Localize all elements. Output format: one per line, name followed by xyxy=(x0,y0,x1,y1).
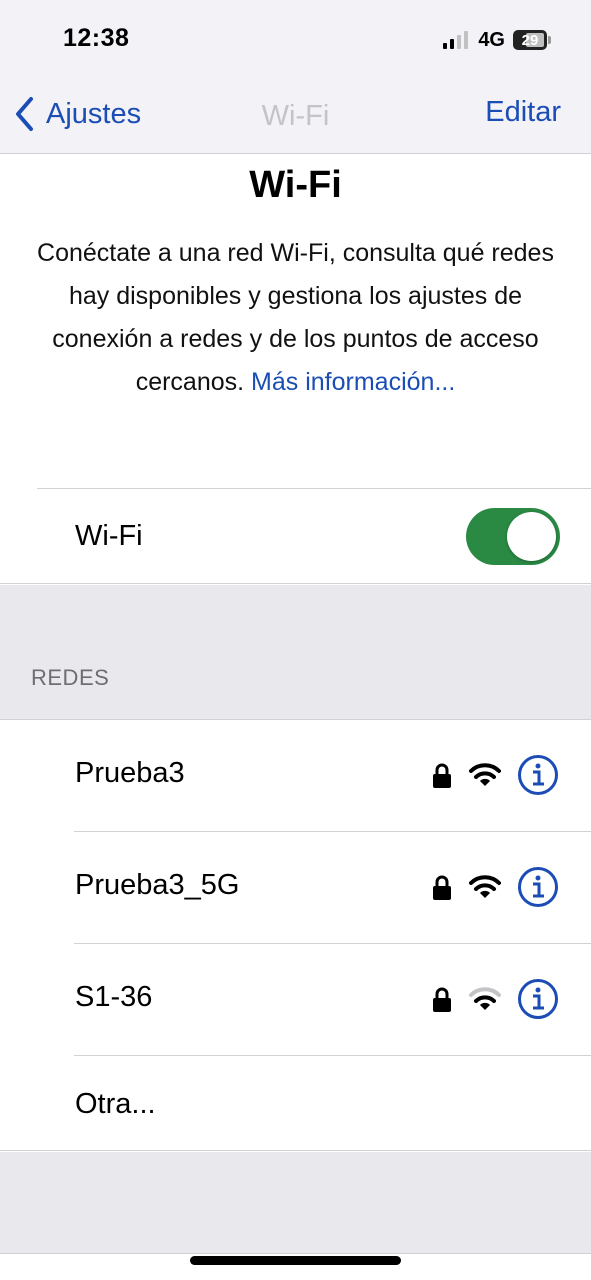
info-icon[interactable] xyxy=(517,866,559,908)
other-network-row[interactable]: Otra... xyxy=(0,1056,591,1151)
networks-section-header-area: REDES xyxy=(0,585,591,720)
network-name: Prueba3 xyxy=(75,757,185,789)
wifi-signal-icon xyxy=(469,987,501,1010)
networks-list: Prueba3 Prueba3_5G S1-36 Otra... xyxy=(0,720,591,1151)
lock-icon xyxy=(433,763,451,788)
description: Conéctate a una red Wi-Fi, consulta qué … xyxy=(30,232,561,404)
network-name: Prueba3_5G xyxy=(75,869,240,901)
wifi-toggle-switch[interactable] xyxy=(466,508,560,565)
navigation-bar: Ajustes Wi-Fi Editar xyxy=(0,80,591,154)
home-indicator[interactable] xyxy=(190,1256,401,1265)
status-bar: 12:38 4G 29 xyxy=(0,0,591,80)
toggle-knob xyxy=(507,512,556,561)
network-row-prueba3[interactable]: Prueba3 xyxy=(0,720,591,832)
info-icon[interactable] xyxy=(517,978,559,1020)
networks-section-header: REDES xyxy=(31,665,110,690)
other-network-label: Otra... xyxy=(75,1088,156,1120)
more-info-link[interactable]: Más información... xyxy=(251,368,455,396)
status-indicators: 4G 29 xyxy=(443,28,551,52)
battery-level: 29 xyxy=(521,31,539,49)
network-name: S1-36 xyxy=(75,981,153,1013)
network-type: 4G xyxy=(478,28,505,51)
cellular-signal-icon xyxy=(443,31,469,49)
battery-icon: 29 xyxy=(513,30,547,50)
info-icon[interactable] xyxy=(517,754,559,796)
lock-icon xyxy=(433,875,451,900)
wifi-header: Wi-Fi Conéctate a una red Wi-Fi, consult… xyxy=(0,154,591,488)
status-time: 12:38 xyxy=(63,24,130,52)
page-title: Wi-Fi xyxy=(249,164,342,206)
wifi-signal-icon xyxy=(469,763,501,786)
edit-button[interactable]: Editar xyxy=(485,96,561,129)
wifi-toggle-label: Wi-Fi xyxy=(75,520,143,552)
network-row-s1-36[interactable]: S1-36 xyxy=(0,944,591,1056)
divider xyxy=(37,488,591,489)
lock-icon xyxy=(433,987,451,1012)
wifi-toggle-row: Wi-Fi xyxy=(0,488,591,584)
network-row-prueba3-5g[interactable]: Prueba3_5G xyxy=(0,832,591,944)
bottom-grouped-background xyxy=(0,1152,591,1254)
wifi-signal-icon xyxy=(469,875,501,898)
